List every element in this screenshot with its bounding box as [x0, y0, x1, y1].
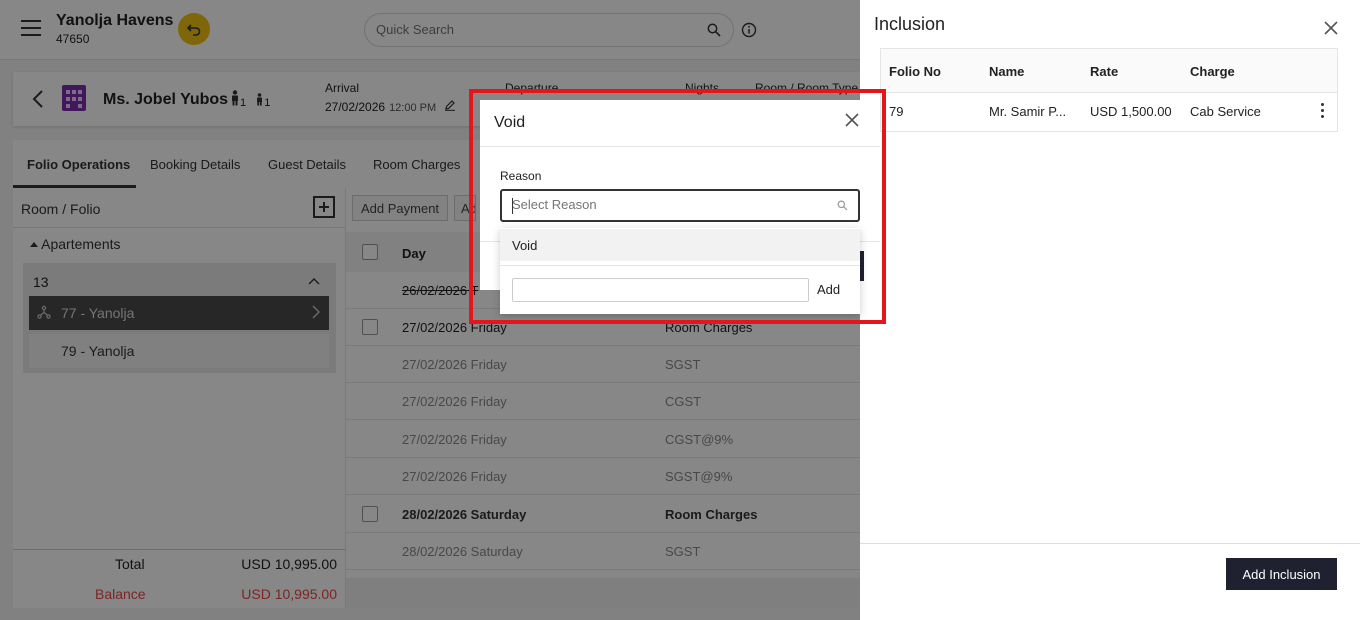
reason-label: Reason — [500, 169, 542, 183]
name-cell: Mr. Samir P... — [989, 104, 1067, 119]
reason-dropdown: Void Add — [500, 228, 860, 314]
add-inclusion-button[interactable]: Add Inclusion — [1226, 558, 1337, 590]
column-header: Charge — [1190, 64, 1235, 79]
column-header: Name — [989, 64, 1025, 79]
close-icon[interactable] — [1323, 20, 1339, 36]
divider — [860, 543, 1360, 544]
search-icon — [837, 200, 848, 211]
inclusion-table: Folio No Name Rate Charge 79 Mr. Samir P… — [880, 48, 1338, 132]
divider — [500, 265, 860, 266]
inclusion-drawer: Inclusion Folio No Name Rate Charge 79 M… — [860, 0, 1360, 620]
reason-option[interactable]: Void — [500, 229, 860, 261]
folio-no-cell: 79 — [889, 104, 904, 119]
charge-cell: Cab Service — [1190, 104, 1261, 119]
rate-cell: USD 1,500.00 — [1090, 104, 1172, 119]
dialog-title: Void — [494, 114, 526, 131]
drawer-title: Inclusion — [874, 14, 946, 34]
add-reason-button[interactable]: Add — [817, 282, 840, 297]
column-header: Folio No — [889, 64, 941, 79]
reason-select[interactable] — [500, 189, 860, 222]
table-row[interactable]: 79 Mr. Samir P... USD 1,500.00 Cab Servi… — [881, 93, 1337, 131]
table-header: Folio No Name Rate Charge — [881, 49, 1337, 93]
new-reason-input[interactable] — [512, 278, 809, 302]
reason-search-input[interactable] — [512, 197, 822, 212]
option-label: Void — [512, 238, 538, 253]
more-options-icon[interactable] — [1321, 103, 1325, 121]
close-icon[interactable] — [844, 112, 860, 128]
divider — [480, 146, 880, 147]
column-header: Rate — [1090, 64, 1119, 79]
